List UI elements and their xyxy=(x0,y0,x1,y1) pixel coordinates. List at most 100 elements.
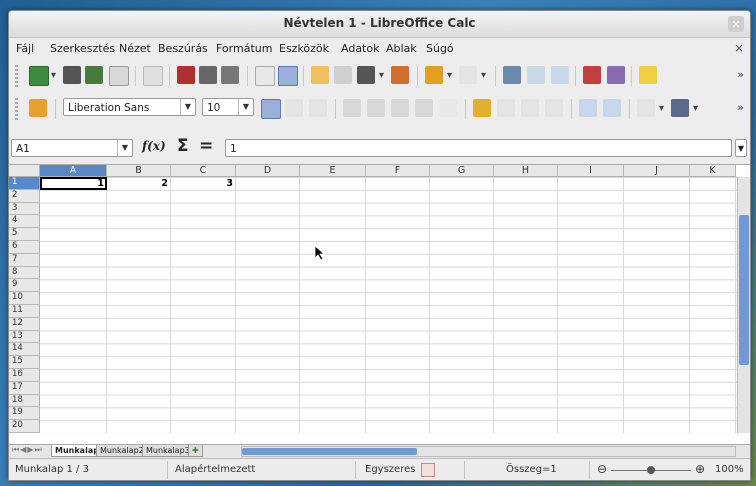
print-preview-icon[interactable] xyxy=(221,66,239,84)
row-header-10[interactable]: 10 xyxy=(9,292,40,305)
clone-formatting-icon[interactable] xyxy=(391,66,409,84)
print-icon[interactable] xyxy=(199,66,217,84)
row-header-18[interactable]: 18 xyxy=(9,394,40,408)
export-pdf-icon[interactable] xyxy=(177,66,195,84)
chart-icon[interactable] xyxy=(583,66,601,84)
name-box[interactable]: A1 ▼ xyxy=(11,139,133,157)
sort-ascending-icon[interactable] xyxy=(527,66,545,84)
delete-decimal-icon[interactable] xyxy=(545,99,563,117)
column-header-j[interactable]: J xyxy=(624,165,690,177)
spreadsheet-grid[interactable]: ABCDEFGHIJK 1 2 3 4 5 6 7 8 9 10 11 12 13 14 15 16 17 18 1… xyxy=(9,164,750,445)
menu-tools[interactable]: Eszközök xyxy=(279,42,329,55)
vertical-scroll-thumb[interactable] xyxy=(739,215,749,365)
horizontal-scroll-thumb[interactable] xyxy=(242,448,417,455)
tab-munkalap2[interactable]: Munkalap2 xyxy=(96,445,148,457)
row-header-12[interactable]: 12 xyxy=(9,317,40,331)
sort-descending-icon[interactable] xyxy=(551,66,569,84)
horizontal-scrollbar[interactable] xyxy=(241,446,736,457)
row-header-11[interactable]: 11 xyxy=(9,305,40,318)
email-icon[interactable] xyxy=(109,66,129,86)
zoom-in-icon[interactable]: ⊕ xyxy=(695,462,705,476)
toolbar-overflow-icon[interactable]: » xyxy=(737,68,744,81)
menu-help[interactable]: Súgó xyxy=(426,42,454,55)
paste-icon[interactable] xyxy=(357,66,375,84)
font-name-combobox[interactable]: Liberation Sans ▼ xyxy=(63,98,196,116)
grid-cells-area[interactable] xyxy=(40,177,738,433)
autospellcheck-icon[interactable] xyxy=(278,66,298,86)
align-center-icon[interactable] xyxy=(367,99,385,117)
row-header-16[interactable]: 16 xyxy=(9,369,40,382)
row-header-13[interactable]: 13 xyxy=(9,330,40,344)
row-header-6[interactable]: 6 xyxy=(9,241,40,254)
document-close-icon[interactable]: × xyxy=(734,41,744,55)
bold-icon[interactable] xyxy=(261,99,281,119)
background-dropdown-icon[interactable]: ▾ xyxy=(693,103,698,114)
row-header-1[interactable]: 1 xyxy=(9,177,40,190)
merge-cells-icon[interactable] xyxy=(439,99,457,117)
borders-dropdown-icon[interactable]: ▾ xyxy=(659,103,664,114)
function-wizard-icon[interactable]: f(x) xyxy=(142,139,166,153)
cut-icon[interactable] xyxy=(311,66,329,84)
function-icon[interactable]: = xyxy=(199,136,213,156)
align-right-icon[interactable] xyxy=(391,99,409,117)
cell-c1[interactable]: 3 xyxy=(171,178,236,189)
redo-dropdown-icon[interactable]: ▾ xyxy=(481,70,486,81)
menu-edit[interactable]: Szerkesztés xyxy=(50,42,115,55)
save-icon[interactable] xyxy=(85,66,103,84)
row-header-2[interactable]: 2 xyxy=(9,189,40,203)
currency-format-icon[interactable] xyxy=(473,99,491,117)
add-decimal-icon[interactable] xyxy=(521,99,539,117)
toolbar-overflow-icon[interactable]: » xyxy=(737,101,744,114)
column-header-e[interactable]: E xyxy=(300,165,366,177)
copy-icon[interactable] xyxy=(334,66,352,84)
zoom-slider-thumb[interactable] xyxy=(647,466,655,474)
chevron-down-icon[interactable]: ▼ xyxy=(238,99,253,115)
paste-dropdown-icon[interactable]: ▾ xyxy=(379,70,384,81)
menu-insert[interactable]: Beszúrás xyxy=(158,42,208,55)
status-zoom-level[interactable]: 100% xyxy=(715,464,744,475)
toolbar-grip[interactable] xyxy=(15,98,18,120)
borders-icon[interactable] xyxy=(637,99,655,117)
column-header-k[interactable]: K xyxy=(690,165,736,177)
sum-icon[interactable]: Σ xyxy=(177,136,189,156)
row-header-17[interactable]: 17 xyxy=(9,381,40,395)
column-header-b[interactable]: B xyxy=(107,165,171,177)
window-close-button[interactable]: × xyxy=(728,16,744,32)
column-header-f[interactable]: F xyxy=(366,165,430,177)
add-sheet-icon[interactable]: ✚ xyxy=(188,445,203,457)
toolbar-grip[interactable] xyxy=(15,65,18,87)
cell-b1[interactable]: 2 xyxy=(107,178,171,189)
open-folder-icon[interactable] xyxy=(63,66,81,84)
status-page-style[interactable]: Alapértelmezett xyxy=(175,464,255,475)
zoom-out-icon[interactable]: ⊖ xyxy=(597,462,607,476)
row-header-19[interactable]: 19 xyxy=(9,407,40,421)
row-header-3[interactable]: 3 xyxy=(9,202,40,216)
vertical-scrollbar[interactable] xyxy=(737,177,750,433)
row-header-4[interactable]: 4 xyxy=(9,215,40,229)
hyperlink-icon[interactable] xyxy=(503,66,521,84)
new-document-icon[interactable] xyxy=(29,66,49,86)
tab-navigation-icons[interactable]: ⏮◀▶⏭ xyxy=(12,445,43,455)
column-header-g[interactable]: G xyxy=(430,165,494,177)
menu-window[interactable]: Ablak xyxy=(386,42,417,55)
formula-input[interactable]: 1 xyxy=(225,139,732,157)
expand-formula-bar-icon[interactable]: ▼ xyxy=(735,139,747,157)
justify-icon[interactable] xyxy=(415,99,433,117)
draw-functions-icon[interactable] xyxy=(607,66,625,84)
row-header-7[interactable]: 7 xyxy=(9,253,40,267)
status-selection-mode[interactable]: Egyszeres xyxy=(365,464,415,475)
row-header-5[interactable]: 5 xyxy=(9,228,40,241)
undo-icon[interactable] xyxy=(425,66,443,84)
styles-icon[interactable] xyxy=(29,99,47,117)
edit-file-icon[interactable] xyxy=(143,66,163,86)
select-all-corner[interactable] xyxy=(9,165,40,177)
tab-munkalap3[interactable]: Munkalap3 xyxy=(142,445,194,457)
menu-format[interactable]: Formátum xyxy=(216,42,272,55)
menu-file[interactable]: Fájl xyxy=(16,42,34,55)
font-size-combobox[interactable]: 10 ▼ xyxy=(202,98,254,116)
chevron-down-icon[interactable]: ▼ xyxy=(117,140,132,156)
chevron-down-icon[interactable]: ▼ xyxy=(180,99,195,115)
underline-icon[interactable] xyxy=(309,99,327,117)
column-header-c[interactable]: C xyxy=(171,165,236,177)
column-header-d[interactable]: D xyxy=(236,165,300,177)
